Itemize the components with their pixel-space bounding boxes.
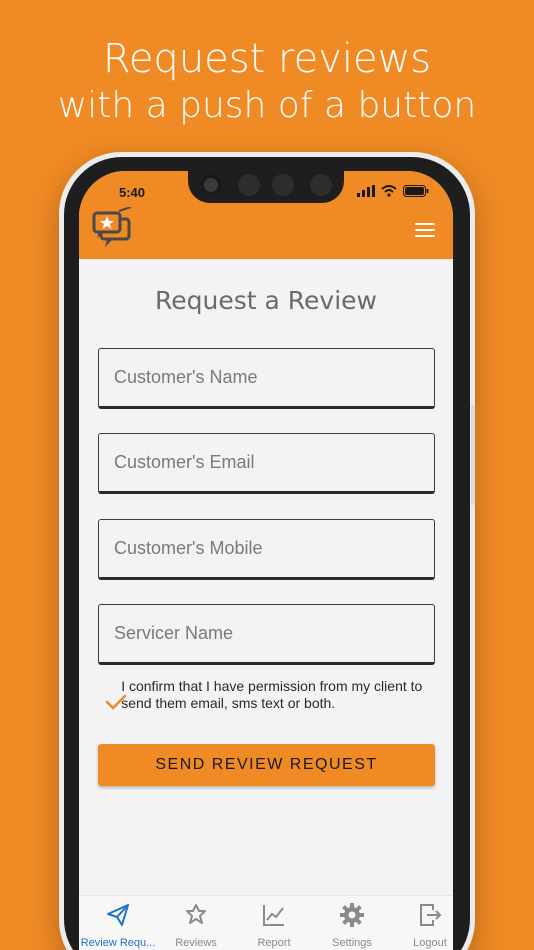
confirm-checkbox[interactable]	[98, 678, 127, 718]
status-time: 5:40	[119, 185, 146, 200]
chat-bubbles-star-logo	[92, 207, 132, 247]
customer-mobile-placeholder: Customer's Mobile	[114, 538, 263, 558]
logout-icon	[420, 904, 442, 926]
tab-label: Settings	[332, 937, 372, 949]
battery-icon	[403, 185, 429, 197]
camera-notch	[188, 171, 344, 203]
app-screen: 5:40 Request a Review Customer's Name Cu…	[79, 171, 453, 950]
send-review-request-button[interactable]: SEND REVIEW REQUEST	[98, 744, 435, 786]
phone-side-button	[471, 405, 475, 505]
confirm-text: I confirm that I have permission from my…	[121, 678, 423, 711]
customer-name-field[interactable]: Customer's Name	[98, 348, 435, 409]
customer-email-placeholder: Customer's Email	[114, 452, 255, 472]
page-title: Request a Review	[155, 286, 377, 315]
star-outline-icon	[186, 904, 206, 924]
hamburger-menu-icon[interactable]	[415, 223, 435, 237]
status-icons	[357, 185, 429, 197]
customer-email-field[interactable]: Customer's Email	[98, 433, 435, 494]
customer-mobile-field[interactable]: Customer's Mobile	[98, 519, 435, 580]
tab-review-request[interactable]: Review Requ...	[79, 896, 157, 950]
bottom-tab-bar: Review Requ... Reviews Report Settings L…	[79, 895, 453, 950]
line-chart-icon	[263, 905, 284, 926]
tab-label: Report	[257, 937, 291, 949]
headline-line-2: with a push of a button	[57, 85, 477, 126]
tab-label: Review Requ...	[80, 937, 156, 949]
promo-headline: Request reviews with a push of a button	[0, 34, 534, 128]
servicer-name-placeholder: Servicer Name	[114, 623, 234, 643]
tab-label: Reviews	[175, 937, 217, 949]
servicer-name-field[interactable]: Servicer Name	[98, 604, 435, 665]
sensor-icon	[238, 174, 260, 196]
sensor-icon	[272, 174, 294, 196]
tab-logout[interactable]: Logout	[391, 896, 453, 950]
tab-label: Logout	[413, 937, 447, 949]
signal-icon	[357, 185, 375, 197]
camera-icon	[200, 174, 222, 196]
paper-plane-icon	[107, 904, 129, 926]
permission-confirm-row: I confirm that I have permission from my…	[98, 678, 438, 718]
checkmark-icon	[105, 694, 127, 710]
tab-report[interactable]: Report	[235, 896, 313, 950]
headline-line-1: Request reviews	[102, 36, 432, 82]
tab-settings[interactable]: Settings	[313, 896, 391, 950]
sensor-icon	[310, 174, 332, 196]
wifi-icon	[381, 185, 397, 197]
tab-reviews[interactable]: Reviews	[157, 896, 235, 950]
gear-icon	[340, 903, 364, 927]
app-header: 5:40	[79, 171, 453, 259]
customer-name-placeholder: Customer's Name	[114, 367, 258, 387]
